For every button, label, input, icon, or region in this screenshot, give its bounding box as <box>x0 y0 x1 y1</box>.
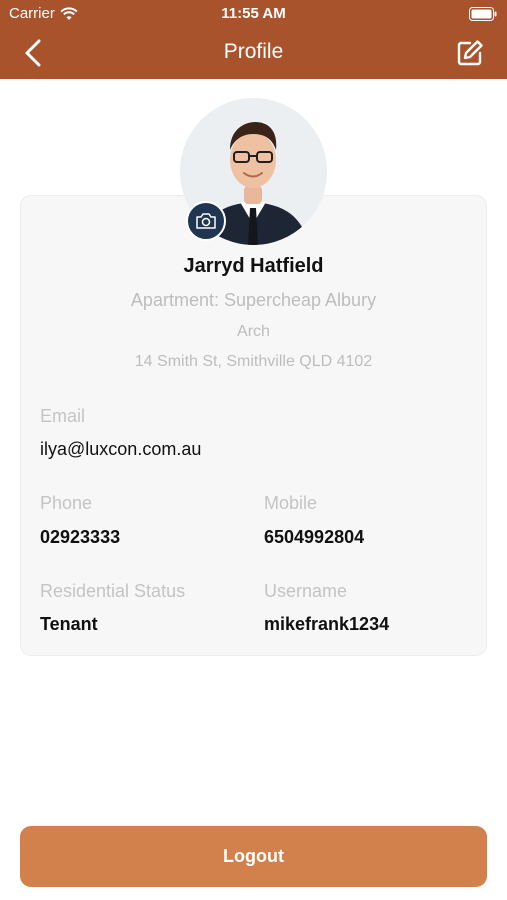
address-line-2: 14 Smith St, Smithville QLD 4102 <box>134 353 373 370</box>
email-label: Email <box>40 406 86 426</box>
app-header: Carrier 11:55 AM Profile <box>0 0 507 79</box>
edit-icon <box>457 40 483 66</box>
username-value: mikefrank1234 <box>264 614 390 634</box>
mobile-label: Mobile <box>264 493 318 513</box>
logout-button[interactable]: Logout <box>20 826 487 887</box>
mobile-value: 6504992804 <box>264 527 365 547</box>
apartment-text: Apartment: Supercheap Albury <box>130 290 377 310</box>
edit-profile-button[interactable] <box>455 38 485 68</box>
battery-icon <box>469 7 497 21</box>
nav-bar: Profile <box>0 28 507 79</box>
residential-status-label: Residential Status <box>40 581 186 601</box>
email-value: ilya@luxcon.com.au <box>40 439 202 459</box>
page-title: Profile <box>223 40 284 63</box>
clock: 11:55 AM <box>221 5 286 22</box>
phone-value: 02923333 <box>40 527 121 547</box>
profile-name: Jarryd Hatfield <box>183 255 324 277</box>
phone-label: Phone <box>40 493 93 513</box>
status-bar: Carrier 11:55 AM <box>0 0 507 28</box>
camera-icon <box>196 213 216 229</box>
username-label: Username <box>264 581 348 601</box>
address-line-1: Arch <box>237 323 270 340</box>
change-photo-button[interactable] <box>186 201 226 241</box>
residential-status-value: Tenant <box>40 614 98 634</box>
